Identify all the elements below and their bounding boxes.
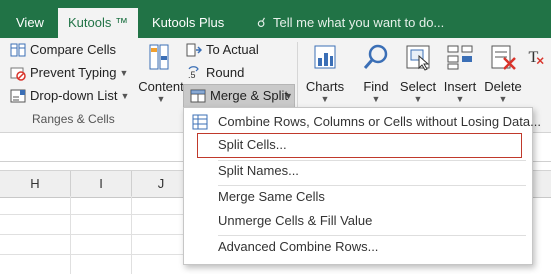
menu-item-combine[interactable]: Combine Rows, Columns or Cells without L… — [218, 111, 541, 133]
tell-me-text: Tell me what you want to do... — [273, 15, 445, 30]
compare-cells-label: Compare Cells — [30, 42, 116, 57]
grid-row-line — [0, 254, 190, 255]
menu-item-merge-same-cells[interactable]: Merge Same Cells — [218, 186, 325, 208]
chevron-down-icon: ▼ — [119, 68, 129, 78]
delete-button[interactable]: Delete ▼ — [483, 42, 523, 104]
text-icon: T — [528, 49, 544, 66]
content-icon — [149, 44, 169, 70]
menu-item-advanced-combine[interactable]: Advanced Combine Rows... — [218, 236, 378, 258]
merge-split-label: Merge & Split — [210, 88, 289, 103]
prevent-typing-label: Prevent Typing — [30, 65, 117, 80]
round-icon: .5 — [188, 66, 199, 80]
to-actual-icon — [186, 43, 202, 57]
insert-icon — [447, 45, 473, 70]
chevron-down-icon: ▼ — [320, 94, 330, 104]
find-label: Find — [363, 79, 389, 94]
to-actual-button[interactable]: To Actual — [186, 40, 259, 60]
group-label-ranges-cells: Ranges & Cells — [32, 112, 115, 126]
menu-item-split-cells[interactable]: Split Cells... — [218, 134, 287, 156]
find-button[interactable]: Find ▼ — [358, 42, 394, 104]
tab-kutools-plus[interactable]: Kutools Plus — [142, 8, 234, 38]
delete-icon — [491, 45, 516, 70]
dropdown-list-label: Drop-down List — [30, 88, 118, 103]
chevron-down-icon: ▼ — [120, 91, 130, 101]
select-label: Select — [399, 79, 437, 94]
search-icon — [363, 44, 388, 69]
merge-split-menu: Combine Rows, Columns or Cells without L… — [183, 107, 541, 265]
chevron-down-icon: ▼ — [455, 94, 465, 104]
chevron-down-icon: ▼ — [371, 94, 381, 104]
tab-kutools[interactable]: Kutools ™ — [58, 8, 138, 38]
prevent-typing-button[interactable]: Prevent Typing ▼ — [10, 63, 128, 83]
text-tools-button[interactable]: T — [527, 42, 549, 79]
merge-split-button[interactable]: Merge & Split ▼ — [183, 84, 295, 108]
content-label: Content — [138, 79, 184, 94]
insert-button[interactable]: Insert ▼ — [440, 42, 480, 104]
menu-item-split-names[interactable]: Split Names... — [218, 160, 299, 182]
charts-icon — [314, 45, 336, 69]
select-button[interactable]: Select ▼ — [398, 42, 438, 104]
dropdown-list-button[interactable]: Drop-down List ▼ — [10, 86, 129, 106]
charts-label: Charts — [305, 79, 345, 94]
menu-item-unmerge-fill[interactable]: Unmerge Cells & Fill Value — [218, 210, 372, 232]
tell-me-box[interactable]: ☌ Tell me what you want to do... — [257, 8, 444, 38]
prevent-typing-icon — [10, 67, 26, 81]
lightbulb-icon: ☌ — [257, 15, 266, 30]
round-button[interactable]: .5 Round — [186, 63, 244, 83]
chevron-down-icon: ▼ — [413, 94, 423, 104]
dropdown-list-icon — [10, 89, 26, 103]
svg-text:T: T — [528, 49, 538, 66]
insert-label: Insert — [443, 79, 477, 94]
content-button[interactable]: Content ▼ — [137, 42, 185, 104]
grid-row-line — [0, 234, 190, 235]
column-header-h[interactable]: H — [0, 171, 71, 197]
delete-label: Delete — [484, 79, 522, 94]
to-actual-label: To Actual — [206, 42, 259, 57]
tab-view[interactable]: View — [6, 8, 54, 38]
select-icon — [406, 45, 430, 71]
merge-split-icon — [190, 89, 206, 103]
svg-text:.5: .5 — [188, 70, 196, 80]
grid-row-line — [0, 214, 190, 215]
compare-cells-button[interactable]: Compare Cells — [10, 40, 116, 60]
ribbon-tab-bar: View Kutools ™ Kutools Plus ☌ Tell me wha… — [0, 0, 551, 38]
chevron-down-icon: ▼ — [498, 94, 508, 104]
round-label: Round — [206, 65, 245, 80]
chevron-down-icon: ▼ — [284, 91, 293, 101]
grid-col-line — [131, 196, 132, 274]
grid-col-line — [70, 196, 71, 274]
charts-button[interactable]: Charts ▼ — [304, 42, 346, 104]
column-header-i[interactable]: I — [71, 171, 132, 197]
combine-icon — [192, 114, 208, 130]
chevron-down-icon: ▼ — [156, 94, 166, 104]
compare-cells-icon — [10, 43, 26, 57]
